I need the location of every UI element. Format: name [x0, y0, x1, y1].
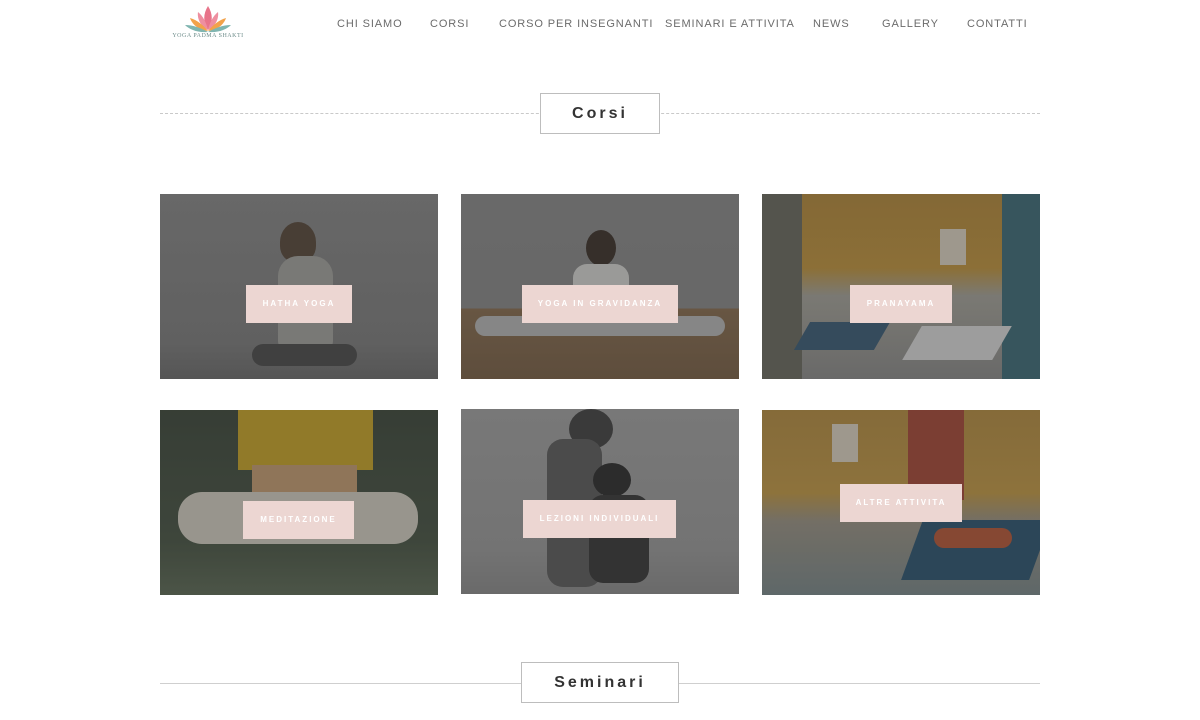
nav-item-corso-per-insegnanti[interactable]: CORSO PER INSEGNANTI [499, 18, 653, 30]
lotus-icon [185, 6, 231, 33]
site-logo[interactable]: YOGA PADMA SHAKTI [167, 4, 249, 42]
pranayama-button[interactable]: PRANAYAMA [850, 285, 952, 323]
nav-item-contatti[interactable]: CONTATTI [967, 18, 1028, 30]
meditazione-button[interactable]: MEDITAZIONE [243, 501, 354, 539]
section-title-corsi: Corsi [540, 93, 660, 134]
lezioni-individuali-button[interactable]: LEZIONI INDIVIDUALI [523, 500, 676, 538]
course-tile-lezioni-individuali[interactable]: LEZIONI INDIVIDUALI [461, 409, 739, 594]
nav-item-chi-siamo[interactable]: CHI SIAMO [337, 18, 403, 30]
course-tile-yoga-in-gravidanza[interactable]: YOGA IN GRAVIDANZA [461, 194, 739, 379]
altre-attivita-button[interactable]: ALTRE ATTIVITA [840, 484, 962, 522]
hatha-yoga-button[interactable]: HATHA YOGA [246, 285, 352, 323]
course-tile-pranayama[interactable]: PRANAYAMA [762, 194, 1040, 379]
nav-item-news[interactable]: NEWS [813, 18, 850, 30]
nav-item-corsi[interactable]: CORSI [430, 18, 469, 30]
nav-item-gallery[interactable]: GALLERY [882, 18, 939, 30]
course-tile-hatha-yoga[interactable]: HATHA YOGA [160, 194, 438, 379]
section-title-seminari: Seminari [521, 662, 679, 703]
nav-item-seminari-e-attivita[interactable]: SEMINARI E ATTIVITA [665, 18, 795, 30]
logo-text: YOGA PADMA SHAKTI [172, 33, 244, 39]
course-tile-meditazione[interactable]: MEDITAZIONE [160, 410, 438, 595]
course-tile-altre-attivita[interactable]: ALTRE ATTIVITA [762, 410, 1040, 595]
yoga-in-gravidanza-button[interactable]: YOGA IN GRAVIDANZA [522, 285, 678, 323]
